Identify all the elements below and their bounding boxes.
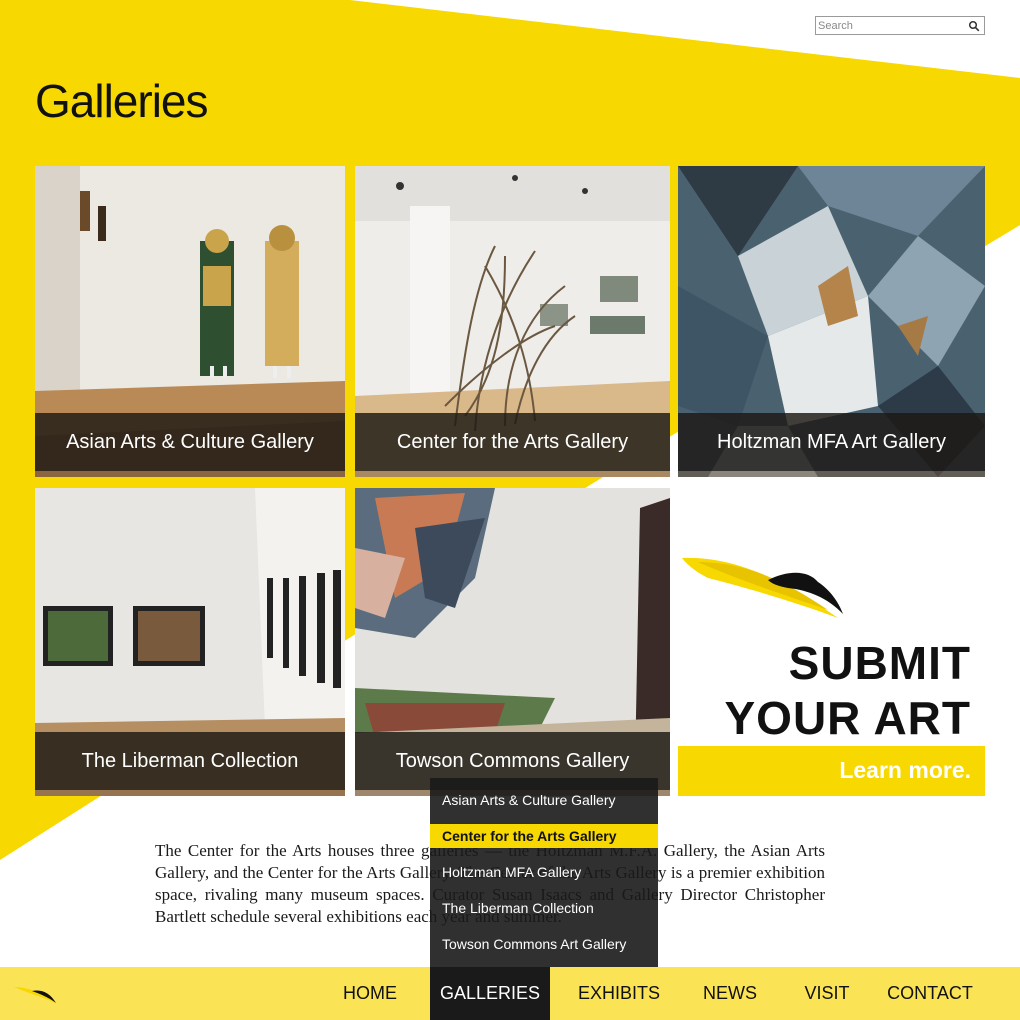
dropdown-item-towson-commons[interactable]: Towson Commons Art Gallery <box>430 932 658 956</box>
gallery-tile-liberman[interactable]: The Liberman Collection <box>35 488 345 796</box>
nav-galleries[interactable]: GALLERIES <box>430 967 550 1020</box>
nav-news[interactable]: NEWS <box>692 967 768 1020</box>
brush-stroke-logo <box>682 557 843 618</box>
gallery-caption: The Liberman Collection <box>35 732 345 790</box>
footer-nav-bar: HOME GALLERIES EXHIBITS NEWS VISIT CONTA… <box>0 967 1020 1020</box>
submit-heading-line1: SUBMIT <box>788 637 971 689</box>
search-input[interactable] <box>818 18 963 33</box>
dropdown-item-center-arts[interactable]: Center for the Arts Gallery <box>430 824 658 848</box>
caption-strip <box>355 471 670 477</box>
gallery-tile-center-arts[interactable]: Center for the Arts Gallery <box>355 166 670 477</box>
gallery-tile-asian-arts[interactable]: Asian Arts & Culture Gallery <box>35 166 345 477</box>
search-box[interactable] <box>815 16 985 35</box>
caption-strip <box>35 790 345 796</box>
caption-strip <box>35 471 345 477</box>
learn-more-button[interactable]: Learn more. <box>678 746 985 796</box>
nav-visit[interactable]: VISIT <box>790 967 864 1020</box>
nav-home[interactable]: HOME <box>330 967 410 1020</box>
submit-your-art-promo[interactable]: SUBMIT YOUR ART Learn more. <box>678 548 985 796</box>
dropdown-item-asian-arts[interactable]: Asian Arts & Culture Gallery <box>430 788 658 812</box>
gallery-caption: Asian Arts & Culture Gallery <box>35 413 345 471</box>
caption-strip <box>678 471 985 477</box>
page-title: Galleries <box>35 75 209 127</box>
gallery-tile-holtzman[interactable]: Holtzman MFA Art Gallery <box>678 166 985 477</box>
nav-contact[interactable]: CONTACT <box>880 967 980 1020</box>
dropdown-item-holtzman[interactable]: Holtzman MFA Gallery <box>430 860 658 884</box>
gallery-caption: Center for the Arts Gallery <box>355 413 670 471</box>
galleries-dropdown-menu: Asian Arts & Culture Gallery Center for … <box>430 778 658 967</box>
search-icon[interactable] <box>968 20 980 32</box>
dropdown-item-liberman[interactable]: The Liberman Collection <box>430 896 658 920</box>
gallery-tile-towson-commons[interactable]: Towson Commons Gallery <box>355 488 670 796</box>
submit-heading-line2: YOUR ART <box>724 692 971 744</box>
brush-logo-icon[interactable] <box>12 981 58 1005</box>
gallery-caption: Holtzman MFA Art Gallery <box>678 413 985 471</box>
nav-exhibits[interactable]: EXHIBITS <box>570 967 668 1020</box>
